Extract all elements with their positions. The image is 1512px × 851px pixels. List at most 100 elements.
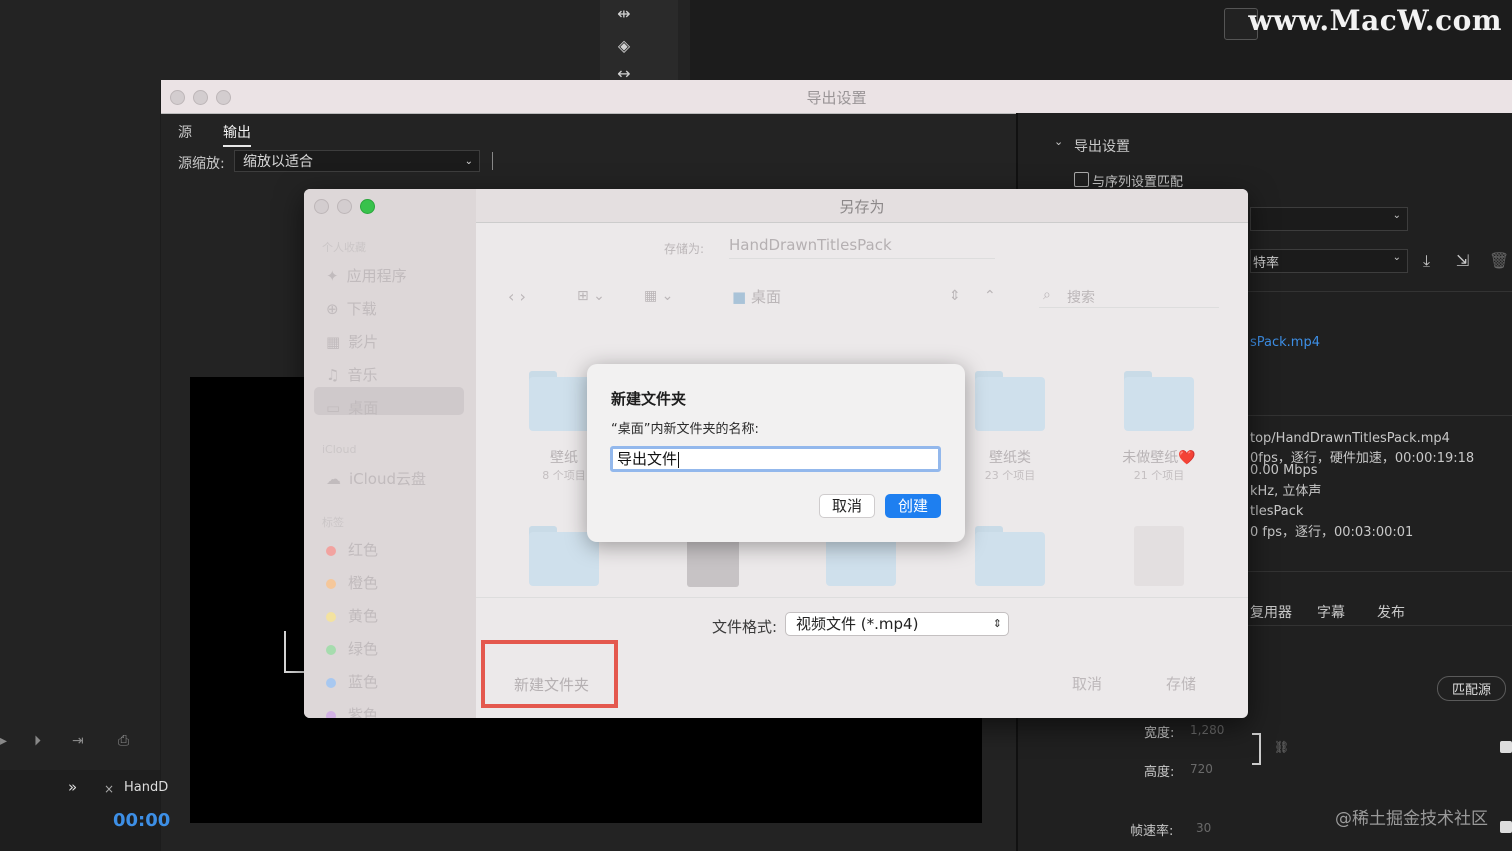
link-icon[interactable]: ⛓ — [1274, 740, 1289, 754]
text-caret — [678, 451, 680, 468]
preset-value: 特率 — [1253, 256, 1280, 271]
apps-icon: ✦ — [326, 267, 339, 285]
sidebar-tag-yellow[interactable]: 黄色 — [326, 605, 378, 626]
save-preset-icon[interactable]: ⤓ — [1423, 251, 1430, 271]
save-button[interactable]: 存储 — [1166, 673, 1196, 694]
sidebar-tag-green[interactable]: 绿色 — [326, 638, 378, 659]
sidebar: 个人收藏 ✦ 应用程序 ⊕ 下载 ▦ 影片 ♫ 音乐 ▭ 桌面 iCloud ☁ iClou… — [304, 189, 476, 718]
tab-source[interactable]: 源 — [178, 122, 192, 142]
height-label: 高度: — [1144, 765, 1175, 780]
match-sequence-label: 与序列设置匹配 — [1092, 175, 1184, 190]
new-folder-dialog: 新建文件夹 “桌面”内新文件夹的名称: 导出文件 取消 创建 — [587, 364, 965, 542]
source-scale-select[interactable]: 缩放以适合 ⌄ — [234, 150, 480, 172]
zoom-icon[interactable] — [360, 199, 375, 214]
sidebar-item-downloads[interactable]: ⊕ 下载 — [326, 298, 377, 319]
chevron-up-icon[interactable]: ⌃ — [984, 288, 996, 304]
sidebar-tag-red[interactable]: 红色 — [326, 539, 378, 560]
format-select[interactable]: ⌄ — [1250, 207, 1408, 231]
folder-name: 未做壁纸❤️ — [1122, 450, 1196, 466]
download-icon: ⊕ — [326, 300, 339, 318]
sidebar-tag-orange[interactable]: 橙色 — [326, 572, 378, 593]
divider — [476, 597, 1248, 598]
sidebar-header-icloud: iCloud — [322, 443, 357, 456]
step-forward-icon[interactable]: ⏵ — [34, 733, 41, 749]
import-preset-icon[interactable]: ⇲ — [1456, 251, 1469, 270]
sidebar-item-applications[interactable]: ✦ 应用程序 — [326, 265, 407, 286]
play-icon[interactable]: ▸ — [0, 733, 7, 749]
match-source-button[interactable]: 匹配源 — [1437, 676, 1507, 701]
minimize-icon[interactable] — [337, 199, 352, 214]
overflow-chevron-icon[interactable]: » — [68, 778, 77, 796]
folder-icon[interactable] — [1124, 371, 1194, 431]
summary-line: 0 fps，逐行，00:03:00:01 — [1250, 525, 1414, 540]
export-frame-icon[interactable]: ⎙ — [118, 733, 129, 749]
close-tab-icon[interactable]: × — [104, 782, 114, 796]
file-format-select[interactable]: 视频文件 (*.mp4) ⇕ — [785, 612, 1009, 636]
height-value[interactable]: 720 — [1190, 762, 1213, 776]
filename-input[interactable]: HandDrawnTitlesPack — [729, 236, 995, 259]
collapse-chevron-icon[interactable]: ⌄ — [1054, 135, 1063, 148]
folder-count: 23 个项目 — [984, 469, 1036, 482]
framerate-value[interactable]: 30 — [1196, 821, 1211, 835]
tag-dot-icon — [326, 545, 336, 556]
save-as-label: 存储为: — [664, 242, 705, 256]
search-field[interactable]: ⌕ 搜索 — [1039, 285, 1219, 308]
checkbox[interactable] — [1500, 741, 1512, 753]
file-icon[interactable] — [1134, 526, 1184, 586]
folder-icon[interactable] — [975, 371, 1045, 431]
tag-dot-icon — [326, 611, 336, 622]
folder-icon[interactable] — [975, 526, 1045, 586]
timeline-tab[interactable]: HandD — [124, 780, 168, 795]
razor-icon[interactable]: ◈ — [614, 36, 634, 56]
search-placeholder: 搜索 — [1067, 290, 1095, 306]
file-format-value: 视频文件 (*.mp4) — [796, 615, 919, 633]
tag-dot-icon — [326, 644, 336, 655]
tab-publish[interactable]: 发布 — [1377, 602, 1405, 622]
sidebar-item-movies[interactable]: ▦ 影片 — [326, 331, 378, 352]
sidebar-header-tags: 标签 — [322, 516, 344, 529]
delete-preset-icon[interactable]: 🗑 — [1489, 251, 1509, 270]
insert-icon[interactable]: ⇥ — [72, 733, 84, 749]
summary-line: 0.00 Mbps — [1250, 463, 1318, 478]
source-scale-label: 源缩放: — [178, 156, 225, 172]
sidebar-tag-blue[interactable]: 蓝色 — [326, 671, 378, 692]
icon-view-icon[interactable]: ⊞ ⌄ — [577, 288, 605, 304]
preview-stroke — [284, 631, 304, 673]
sidebar-tag-purple[interactable]: 紫色 — [326, 704, 378, 718]
tag-dot-icon — [326, 677, 336, 688]
folder-name: 壁纸类 — [989, 450, 1031, 466]
width-label: 宽度: — [1144, 726, 1175, 741]
close-icon[interactable] — [314, 199, 329, 214]
folder-name-input[interactable]: 导出文件 — [610, 446, 941, 472]
group-view-icon[interactable]: ▦ ⌄ — [644, 288, 673, 304]
sidebar-item-icloud-drive[interactable]: ☁ iCloud云盘 — [326, 468, 426, 489]
tab-output[interactable]: 输出 — [223, 122, 251, 147]
folder-count: 21 个项目 — [1133, 469, 1185, 482]
width-value[interactable]: 1,280 — [1190, 723, 1224, 737]
sidebar-header-favorites: 个人收藏 — [322, 241, 366, 254]
dialog-cancel-button[interactable]: 取消 — [819, 494, 875, 518]
tab-captions[interactable]: 字幕 — [1317, 602, 1345, 622]
sidebar-item-desktop[interactable]: ▭ 桌面 — [326, 397, 378, 418]
output-name-link[interactable]: sPack.mp4 — [1250, 335, 1320, 350]
sidebar-item-music[interactable]: ♫ 音乐 — [326, 364, 377, 385]
watermark-site: www.MacW.com — [1248, 4, 1502, 37]
stepper-icon[interactable]: ⇕ — [949, 288, 961, 304]
summary-line: top/HandDrawnTitlesPack.mp4 — [1250, 431, 1450, 446]
new-folder-button[interactable]: 新建文件夹 — [481, 640, 618, 708]
tab-multiplexer[interactable]: 复用器 — [1250, 602, 1292, 622]
ripple-edit-icon[interactable]: ⇹ — [614, 4, 634, 24]
timecode[interactable]: 00:00 — [113, 810, 170, 831]
location-select[interactable]: ■ 桌面 — [732, 286, 781, 307]
checkbox[interactable] — [1500, 821, 1512, 833]
folder-name-value: 导出文件 — [617, 450, 678, 468]
music-icon: ♫ — [326, 366, 340, 384]
create-button[interactable]: 创建 — [885, 494, 941, 518]
chevron-down-icon: ⌄ — [1392, 210, 1401, 221]
match-sequence-checkbox[interactable] — [1074, 172, 1089, 187]
cancel-button[interactable]: 取消 — [1072, 673, 1102, 694]
tool-column: ⇹ ◈ ↔ — [600, 0, 678, 83]
preset-select[interactable]: 特率 ⌄ — [1250, 249, 1408, 273]
back-forward-icon[interactable]: ‹ › — [508, 287, 526, 306]
timeline-panel: » × HandD 00:00 — [0, 770, 170, 851]
